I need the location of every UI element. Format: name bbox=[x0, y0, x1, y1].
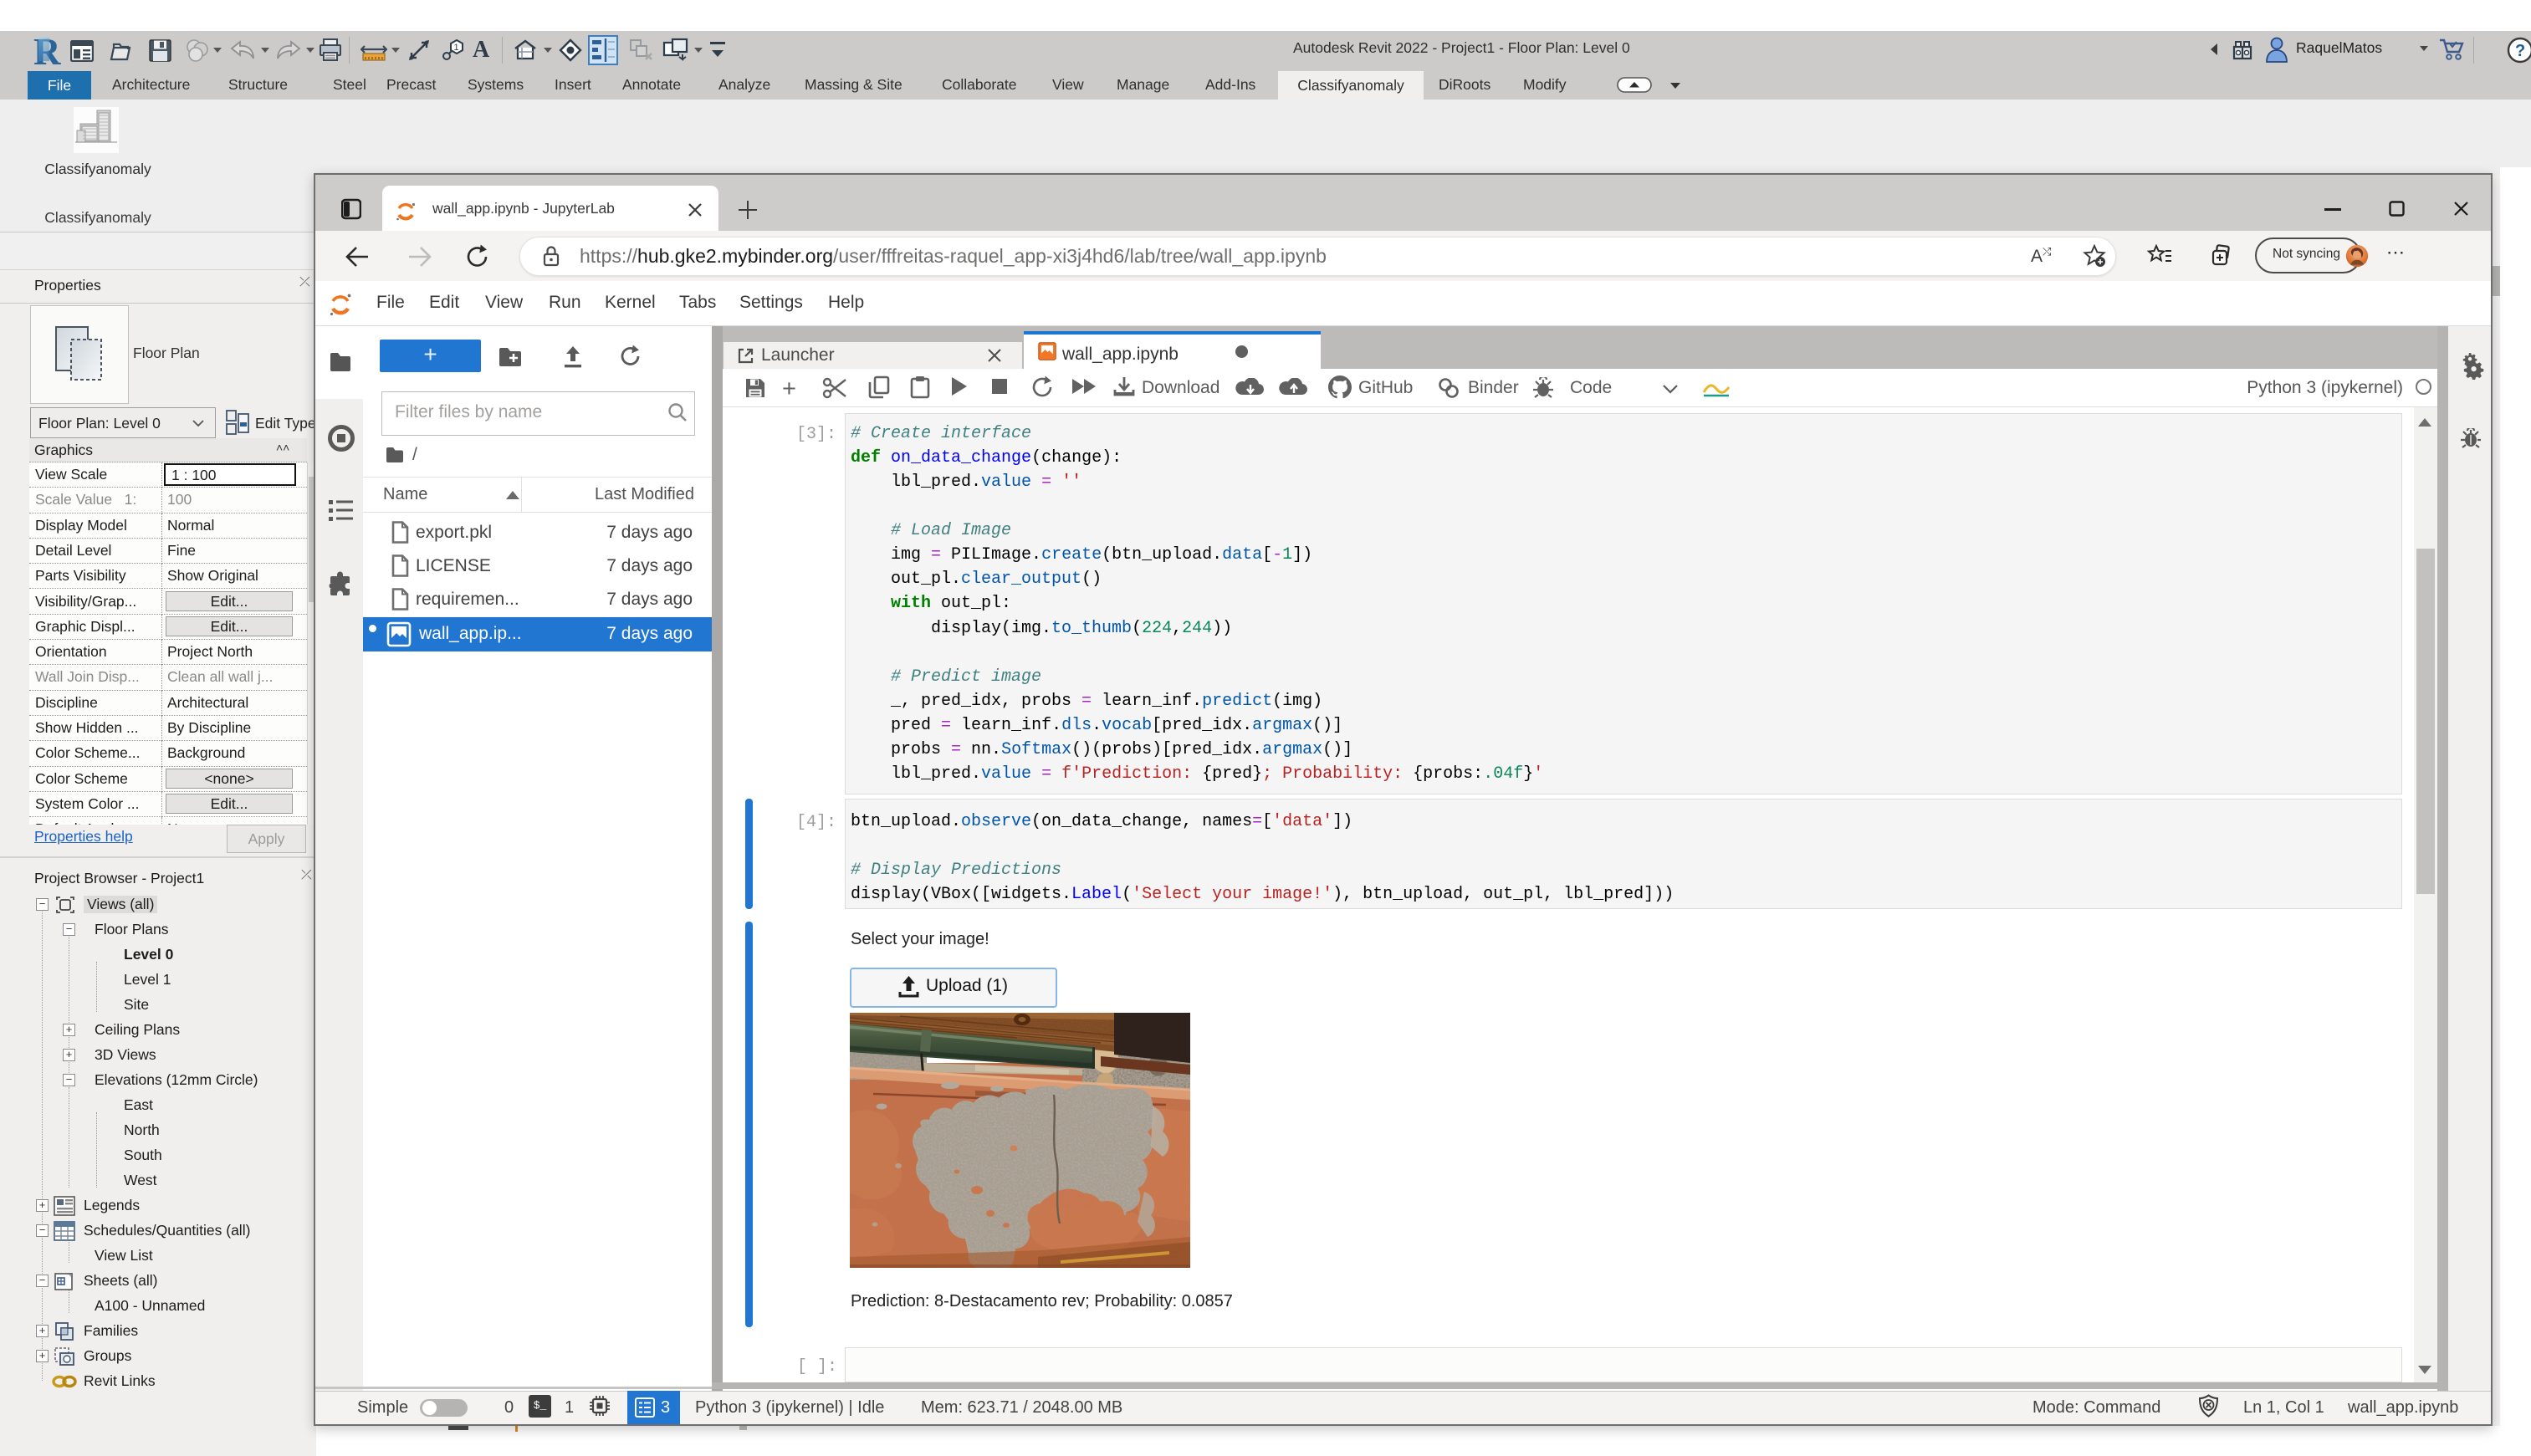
svg-text:?: ? bbox=[2515, 42, 2525, 60]
svg-text:1: 1 bbox=[454, 43, 459, 53]
